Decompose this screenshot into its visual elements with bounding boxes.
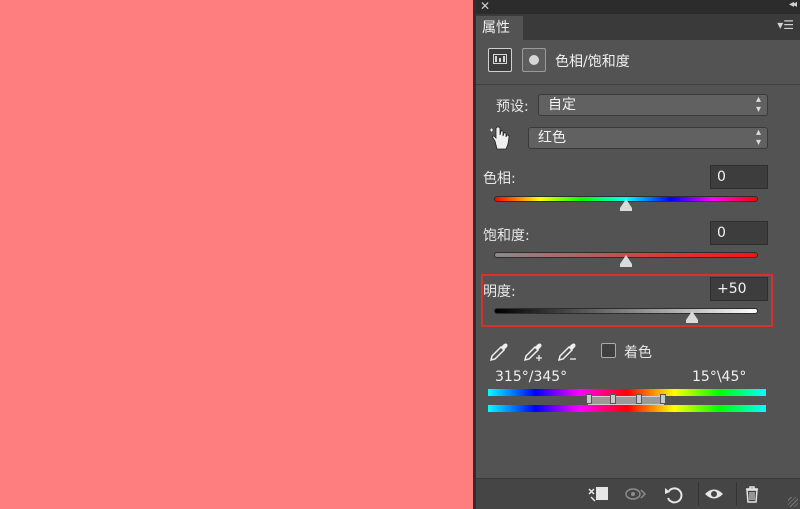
channel-value: 红色 bbox=[538, 130, 566, 146]
eyedropper-icon[interactable] bbox=[488, 341, 510, 363]
hue-saturation-adjustment-icon[interactable] bbox=[488, 48, 512, 72]
input-spectrum-bar bbox=[488, 389, 766, 396]
range-handle-right[interactable] bbox=[660, 394, 666, 404]
lightness-input[interactable]: +50 bbox=[710, 277, 768, 301]
visibility-eye-icon[interactable] bbox=[702, 483, 726, 505]
panel-tabbar: 属性 ▾☰ bbox=[476, 14, 800, 40]
colorize-checkbox[interactable] bbox=[601, 343, 616, 358]
hue-label: 色相: bbox=[483, 171, 516, 187]
range-left-label: 315°/345° bbox=[495, 369, 568, 385]
close-icon[interactable]: ✕ bbox=[480, 0, 490, 13]
adjustment-title: 色相/饱和度 bbox=[555, 54, 630, 70]
saturation-slider-thumb[interactable] bbox=[620, 255, 632, 267]
view-previous-state-icon[interactable] bbox=[624, 483, 648, 505]
panel-menu-icon[interactable]: ▾☰ bbox=[777, 18, 794, 32]
lightness-slider-track[interactable] bbox=[494, 308, 758, 314]
properties-panel: ✕ ◂◂ 属性 ▾☰ 色相/饱和度 预设: 自定 ▴ ▾ 红色 ▴ ▾ 色相: 0 … bbox=[476, 0, 800, 509]
preset-select[interactable]: 自定 ▴ ▾ bbox=[538, 94, 768, 116]
double-chevron-icon[interactable]: ◂◂ bbox=[789, 0, 797, 10]
preset-label: 预设: bbox=[496, 99, 529, 115]
reset-icon[interactable] bbox=[662, 483, 686, 505]
toolbar-separator bbox=[698, 482, 699, 506]
lightness-slider-thumb[interactable] bbox=[686, 311, 698, 323]
select-arrows-icon: ▴ ▾ bbox=[755, 127, 761, 148]
range-handle-inner-left[interactable] bbox=[610, 394, 616, 404]
channel-select[interactable]: 红色 ▴ ▾ bbox=[528, 127, 768, 149]
range-handle-left[interactable] bbox=[586, 394, 592, 404]
range-right-label: 15°\45° bbox=[692, 369, 747, 385]
eyedropper-minus-icon[interactable] bbox=[556, 341, 578, 363]
select-arrows-icon: ▴ ▾ bbox=[755, 94, 761, 115]
range-handle-inner-right[interactable] bbox=[636, 394, 642, 404]
hue-slider-thumb[interactable] bbox=[620, 199, 632, 211]
targeted-adjustment-hand-icon[interactable] bbox=[488, 125, 512, 151]
tab-properties[interactable]: 属性 bbox=[476, 16, 523, 40]
preset-value: 自定 bbox=[548, 97, 576, 113]
layer-mask-icon[interactable] bbox=[522, 48, 546, 72]
panel-bottom-toolbar bbox=[476, 478, 800, 509]
saturation-label: 饱和度: bbox=[483, 228, 530, 244]
document-canvas[interactable] bbox=[0, 0, 473, 509]
resize-grip[interactable] bbox=[788, 497, 798, 507]
lightness-label: 明度: bbox=[483, 284, 516, 300]
divider bbox=[476, 84, 800, 85]
toolbar-separator bbox=[736, 482, 737, 506]
clip-to-layer-icon[interactable] bbox=[586, 483, 610, 505]
eyedropper-plus-icon[interactable] bbox=[522, 341, 544, 363]
output-spectrum-bar bbox=[488, 405, 766, 412]
hue-input[interactable]: 0 bbox=[710, 165, 768, 189]
color-range-selector[interactable] bbox=[588, 396, 664, 405]
panel-titlebar: ✕ ◂◂ bbox=[476, 0, 800, 14]
colorize-label: 着色 bbox=[624, 345, 652, 361]
trash-icon[interactable] bbox=[740, 483, 764, 505]
saturation-input[interactable]: 0 bbox=[710, 221, 768, 245]
